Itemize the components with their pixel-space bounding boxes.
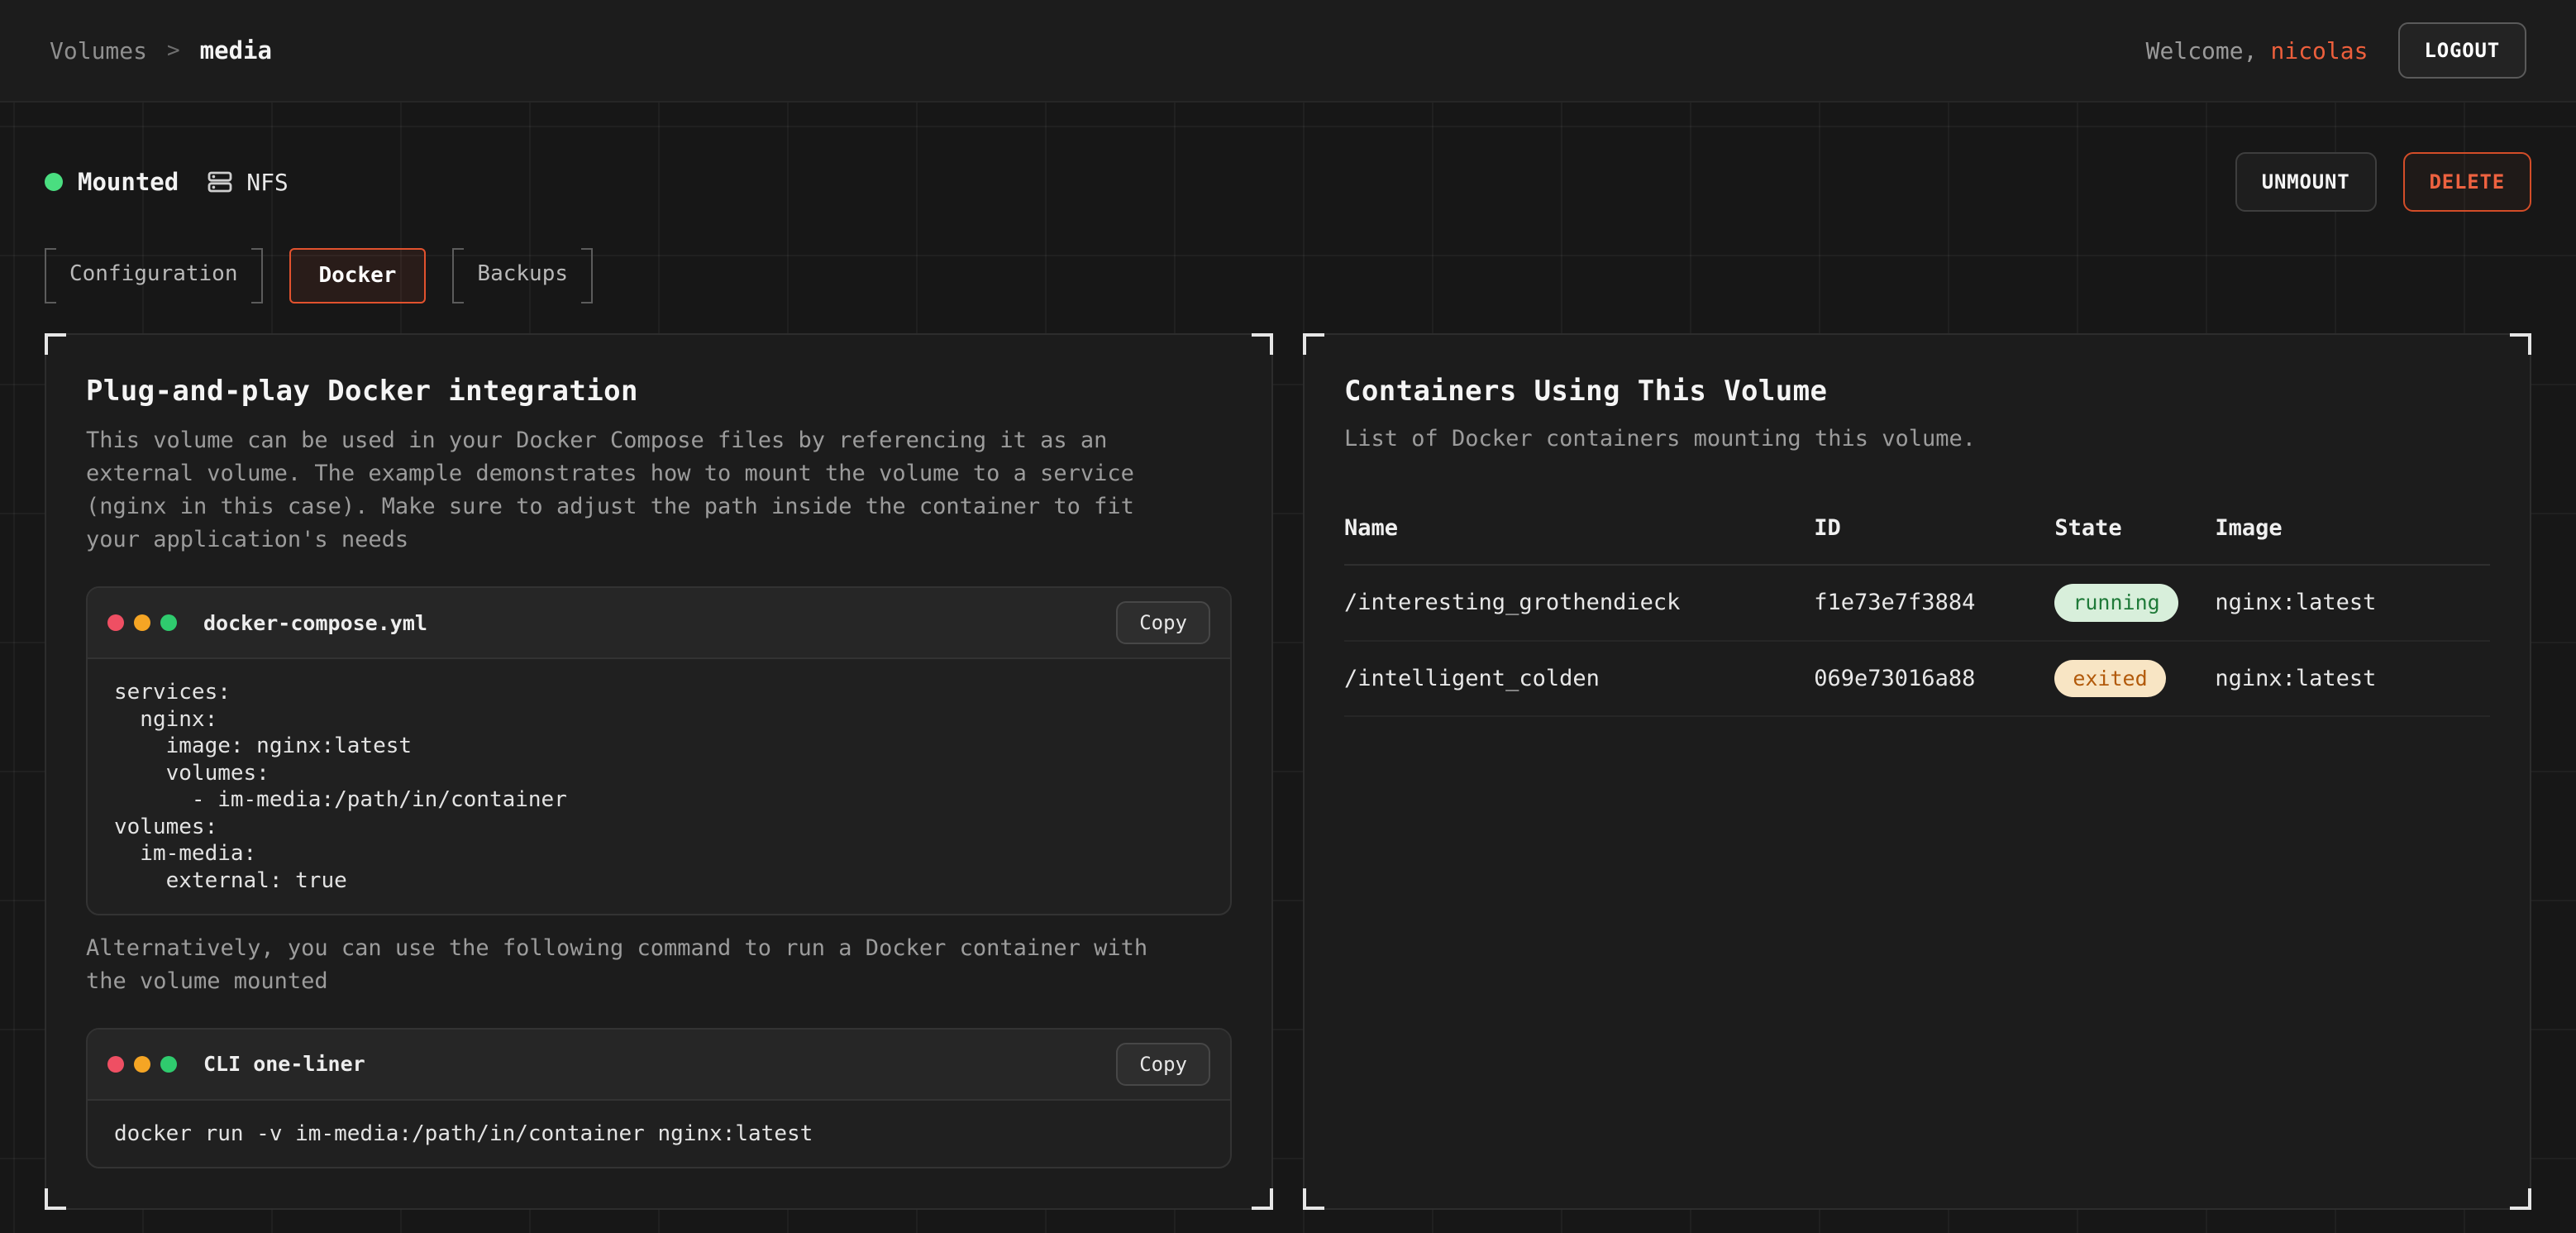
card-corner-bracket (1303, 333, 1324, 355)
column-header-image: Image (2215, 502, 2490, 565)
tab-docker[interactable]: Docker (289, 248, 427, 303)
card-corner-bracket (45, 1188, 66, 1210)
compose-code-header: docker-compose.yml Copy (88, 588, 1230, 659)
traffic-light-yellow-icon (134, 614, 150, 631)
column-header-state: State (2054, 502, 2215, 565)
logout-button[interactable]: LOGOUT (2398, 22, 2527, 79)
compose-filename: docker-compose.yml (203, 611, 427, 635)
mounted-status-label: Mounted (78, 168, 179, 196)
top-bar: Volumes > media Welcome, nicolas LOGOUT (0, 0, 2576, 103)
cli-copy-button[interactable]: Copy (1116, 1043, 1210, 1086)
container-id: 069e73016a88 (1814, 641, 2054, 717)
card-corner-bracket (2510, 333, 2531, 355)
tab-backups-label: Backups (477, 261, 568, 286)
traffic-light-green-icon (160, 1056, 177, 1073)
username: nicolas (2270, 37, 2368, 65)
mounted-status-dot (45, 173, 63, 191)
header-right: Welcome, nicolas LOGOUT (2146, 22, 2526, 79)
column-header-id: ID (1814, 502, 2054, 565)
cli-filename: CLI one-liner (203, 1052, 365, 1076)
docker-integration-panel: Plug-and-play Docker integration This vo… (45, 333, 1273, 1210)
card-corner-bracket (45, 333, 66, 355)
breadcrumb: Volumes > media (50, 36, 272, 65)
docker-panel-title: Plug-and-play Docker integration (86, 375, 1232, 408)
cli-intro-text: Alternatively, you can use the following… (86, 932, 1169, 998)
containers-table: Name ID State Image /interesting_grothen… (1344, 502, 2490, 717)
card-corner-bracket (1252, 1188, 1273, 1210)
containers-panel-subtitle: List of Docker containers mounting this … (1344, 423, 2490, 456)
card-corner-bracket (1252, 333, 1273, 355)
app-root: Volumes > media Welcome, nicolas LOGOUT … (0, 0, 2576, 1233)
containers-panel-title: Containers Using This Volume (1344, 375, 2490, 408)
container-row: /intelligent_colden 069e73016a88 exited … (1344, 641, 2490, 717)
compose-copy-button[interactable]: Copy (1116, 601, 1210, 644)
breadcrumb-current-volume: media (200, 36, 272, 65)
filesystem-type: NFS (207, 169, 289, 196)
cli-code-block: CLI one-liner Copy docker run -v im-medi… (86, 1028, 1232, 1169)
container-name: /intelligent_colden (1344, 641, 1814, 717)
unmount-button[interactable]: UNMOUNT (2235, 152, 2377, 212)
container-image: nginx:latest (2215, 565, 2490, 641)
container-image: nginx:latest (2215, 641, 2490, 717)
docker-panel-description: This volume can be used in your Docker C… (86, 424, 1169, 557)
fs-type-label: NFS (246, 169, 289, 196)
tab-backups[interactable]: Backups (452, 248, 593, 303)
tab-configuration-label: Configuration (69, 261, 238, 286)
breadcrumb-separator: > (167, 38, 180, 63)
container-state: running (2054, 565, 2215, 641)
welcome-text: Welcome, (2146, 37, 2258, 65)
delete-button[interactable]: DELETE (2403, 152, 2532, 212)
container-row: /interesting_grothendieck f1e73e7f3884 r… (1344, 565, 2490, 641)
volume-detail-page: Mounted NFS UNMOUNT DELETE Configuration (0, 152, 2576, 1233)
breadcrumb-volumes-link[interactable]: Volumes (50, 37, 147, 65)
traffic-light-red-icon (107, 614, 124, 631)
nfs-stack-icon (207, 169, 233, 195)
container-name: /interesting_grothendieck (1344, 565, 1814, 641)
tab-configuration[interactable]: Configuration (45, 248, 263, 303)
cli-code: docker run -v im-media:/path/in/containe… (88, 1101, 1230, 1168)
panels-row: Plug-and-play Docker integration This vo… (45, 333, 2531, 1210)
cli-code-header: CLI one-liner Copy (88, 1030, 1230, 1101)
state-badge-exited: exited (2054, 660, 2165, 698)
tab-docker-label: Docker (319, 263, 397, 288)
volume-status-row: Mounted NFS UNMOUNT DELETE (45, 152, 2531, 212)
containers-panel: Containers Using This Volume List of Doc… (1303, 333, 2531, 1210)
compose-code: services: nginx: image: nginx:latest vol… (88, 659, 1230, 914)
volume-actions: UNMOUNT DELETE (2235, 152, 2531, 212)
traffic-light-green-icon (160, 614, 177, 631)
card-corner-bracket (1303, 1188, 1324, 1210)
tab-bar: Configuration Docker Backups (45, 248, 2531, 303)
container-id: f1e73e7f3884 (1814, 565, 2054, 641)
traffic-light-red-icon (107, 1056, 124, 1073)
containers-table-header-row: Name ID State Image (1344, 502, 2490, 565)
compose-code-block: docker-compose.yml Copy services: nginx:… (86, 586, 1232, 915)
card-corner-bracket (2510, 1188, 2531, 1210)
column-header-name: Name (1344, 502, 1814, 565)
traffic-light-yellow-icon (134, 1056, 150, 1073)
container-state: exited (2054, 641, 2215, 717)
state-badge-running: running (2054, 584, 2178, 622)
